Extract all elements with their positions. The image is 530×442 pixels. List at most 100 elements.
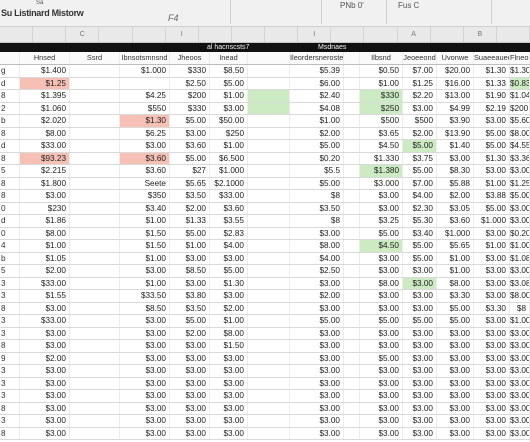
column-header-cell[interactable]: Hnsed: [20, 52, 70, 64]
data-cell[interactable]: [248, 402, 290, 414]
data-cell[interactable]: $3.88: [474, 190, 510, 202]
data-cell[interactable]: $1.00: [474, 240, 510, 252]
data-cell[interactable]: $1.30: [510, 65, 530, 77]
data-cell[interactable]: $6.500: [210, 152, 248, 164]
data-cell[interactable]: $3.00: [403, 302, 437, 314]
row-label-cell[interactable]: 8: [0, 127, 20, 139]
data-cell[interactable]: $1.05: [20, 252, 70, 264]
column-header-cell[interactable]: Ileordersnerosted: [290, 52, 344, 64]
data-cell[interactable]: $3.00: [360, 390, 403, 402]
data-cell[interactable]: $3.00: [360, 290, 403, 302]
data-cell[interactable]: $1.25: [403, 77, 437, 89]
data-cell[interactable]: $3.00: [474, 415, 510, 427]
data-cell[interactable]: [248, 302, 290, 314]
data-cell[interactable]: $3.00: [290, 402, 344, 414]
data-cell[interactable]: $3.00: [360, 252, 403, 264]
row-label-cell[interactable]: 3: [0, 377, 20, 389]
data-cell[interactable]: $5.00: [170, 227, 210, 239]
row-label-cell[interactable]: b: [0, 252, 20, 264]
data-cell[interactable]: $3.00: [20, 302, 70, 314]
data-cell[interactable]: [70, 90, 120, 102]
row-label-cell[interactable]: 8: [0, 302, 20, 314]
data-cell[interactable]: $3.00: [290, 340, 344, 352]
data-cell[interactable]: [344, 90, 360, 102]
data-cell[interactable]: $3.00: [120, 365, 170, 377]
data-cell[interactable]: $3.00: [510, 327, 530, 339]
data-cell[interactable]: [344, 402, 360, 414]
data-cell[interactable]: $1.00: [474, 177, 510, 189]
data-cell[interactable]: $3.00: [474, 252, 510, 264]
data-cell[interactable]: $3.00: [170, 252, 210, 264]
data-cell[interactable]: $5.00: [290, 177, 344, 189]
data-cell[interactable]: $3.90: [437, 115, 474, 127]
data-cell[interactable]: [70, 227, 120, 239]
data-cell[interactable]: $3.00: [360, 427, 403, 439]
data-cell[interactable]: $1.000: [120, 65, 170, 77]
data-cell[interactable]: [70, 302, 120, 314]
data-cell[interactable]: $8.00: [510, 290, 530, 302]
data-cell[interactable]: [70, 177, 120, 189]
data-cell[interactable]: [70, 327, 120, 339]
data-cell[interactable]: $3.00: [437, 427, 474, 439]
data-cell[interactable]: $5.00: [290, 140, 344, 152]
data-cell[interactable]: [248, 340, 290, 352]
data-cell[interactable]: $3.00: [170, 427, 210, 439]
data-cell[interactable]: $1.00: [360, 77, 403, 89]
data-cell[interactable]: $8.00: [290, 240, 344, 252]
data-cell[interactable]: $3.00: [474, 315, 510, 327]
data-cell[interactable]: $2.50: [170, 77, 210, 89]
data-cell[interactable]: $3.00: [120, 315, 170, 327]
column-header-cell[interactable]: Ssrd: [70, 52, 120, 64]
data-cell[interactable]: $3.00: [474, 390, 510, 402]
data-cell[interactable]: $3.40: [120, 202, 170, 214]
data-cell[interactable]: [248, 215, 290, 227]
data-cell[interactable]: $1.50: [120, 227, 170, 239]
data-cell[interactable]: [70, 240, 120, 252]
data-cell[interactable]: $33.00: [20, 277, 70, 289]
data-cell[interactable]: $3.00: [20, 327, 70, 339]
row-label-cell[interactable]: 3: [0, 290, 20, 302]
data-cell[interactable]: $3.00: [120, 427, 170, 439]
data-cell[interactable]: $2.00: [170, 202, 210, 214]
data-cell[interactable]: $3.00: [403, 290, 437, 302]
data-cell[interactable]: $3.00: [403, 352, 437, 364]
data-cell[interactable]: [344, 102, 360, 114]
formula-field-box[interactable]: [230, 0, 322, 24]
row-label-cell[interactable]: 8: [0, 402, 20, 414]
row-label-cell[interactable]: 3: [0, 415, 20, 427]
data-cell[interactable]: $1.86: [20, 215, 70, 227]
column-letter[interactable]: [331, 27, 365, 42]
data-cell[interactable]: $3.00: [290, 327, 344, 339]
column-letter[interactable]: [431, 27, 464, 42]
data-cell[interactable]: $5.00: [510, 190, 530, 202]
data-cell[interactable]: $3.00: [290, 365, 344, 377]
data-cell[interactable]: $8: [510, 302, 530, 314]
data-cell[interactable]: $3.00: [170, 365, 210, 377]
data-cell[interactable]: $5.00: [403, 165, 437, 177]
data-cell[interactable]: $3.00: [170, 390, 210, 402]
data-cell[interactable]: [344, 202, 360, 214]
column-letter[interactable]: I: [166, 27, 199, 42]
row-label-cell[interactable]: b: [0, 115, 20, 127]
data-cell[interactable]: $2.00: [290, 127, 344, 139]
data-cell[interactable]: $4.08: [290, 102, 344, 114]
data-cell[interactable]: $8.50: [170, 265, 210, 277]
data-cell[interactable]: $3.00: [170, 340, 210, 352]
data-cell[interactable]: $3.55: [210, 215, 248, 227]
data-cell[interactable]: $5.00: [403, 240, 437, 252]
data-cell[interactable]: $3.00: [120, 415, 170, 427]
data-cell[interactable]: [70, 215, 120, 227]
column-header-cell[interactable]: Suaeeaued: [474, 52, 510, 64]
data-cell[interactable]: $2.50: [290, 265, 344, 277]
data-cell[interactable]: $3.00: [474, 340, 510, 352]
data-cell[interactable]: $8.30: [437, 165, 474, 177]
data-cell[interactable]: $5.00: [170, 315, 210, 327]
data-cell[interactable]: $8.00: [437, 277, 474, 289]
data-cell[interactable]: $3.00: [437, 390, 474, 402]
data-cell[interactable]: $3.00: [510, 377, 530, 389]
data-cell[interactable]: $3.00: [474, 290, 510, 302]
data-cell[interactable]: $8: [290, 190, 344, 202]
column-header-cell[interactable]: Uvonwe: [437, 52, 474, 64]
column-letter[interactable]: [33, 27, 67, 42]
row-label-cell[interactable]: 3: [0, 365, 20, 377]
